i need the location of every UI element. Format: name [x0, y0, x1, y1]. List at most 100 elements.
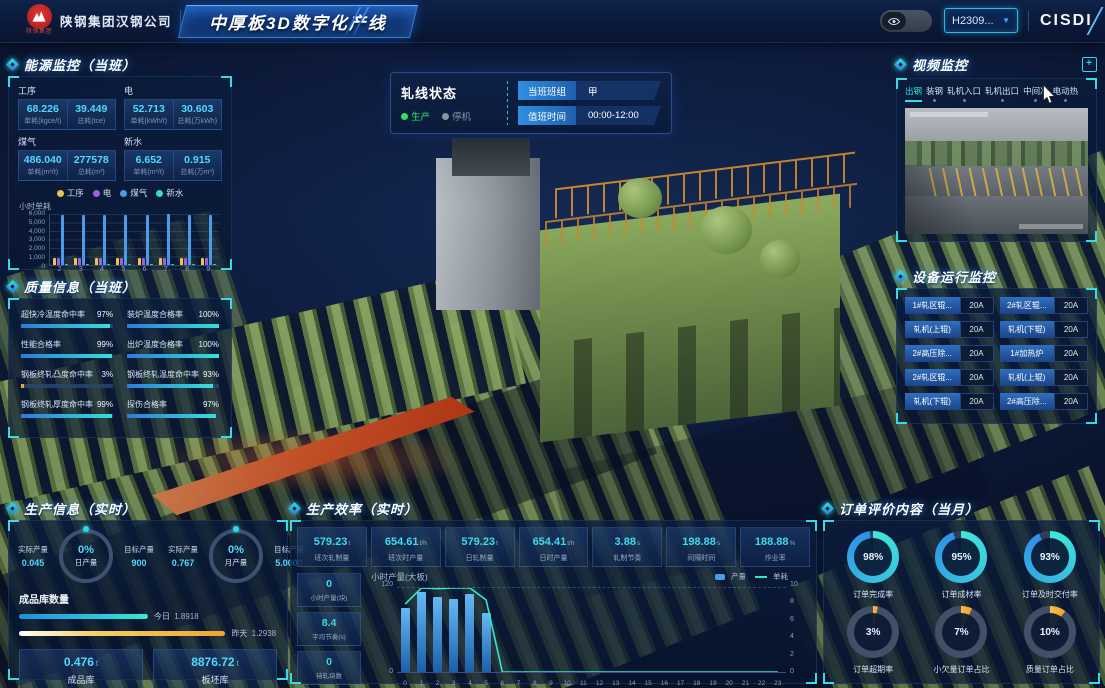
- donut-label: 订单完成率: [853, 589, 893, 600]
- quality-item: 钢板终轧温度命中率 93%: [127, 369, 219, 388]
- axis-tick: 3: [446, 680, 462, 687]
- energy-panel-body: 工序 68.226 单耗(kgce/t) 39.449 总耗(tce) 电 52…: [8, 76, 232, 270]
- video-tab[interactable]: 出钢: [905, 85, 922, 103]
- quality-progress-fill: [21, 414, 112, 418]
- device-row[interactable]: 2#轧区辊... 20A: [905, 369, 994, 386]
- quality-item: 钢板终轧凸度命中率 3%: [21, 369, 113, 388]
- device-row[interactable]: 1#轧区辊... 20A: [905, 297, 994, 314]
- device-current-value: 20A: [960, 297, 994, 314]
- stock-bar-row: 昨天 1.2938: [9, 625, 287, 642]
- device-row[interactable]: 2#轧区辊... 20A: [1000, 297, 1089, 314]
- legend-item: 新水: [156, 187, 183, 199]
- device-row[interactable]: 2#高压除... 20A: [905, 345, 994, 362]
- device-row[interactable]: 轧机(上辊) 20A: [905, 321, 994, 338]
- energy-metric: 52.713 单耗(kWh/t): [125, 100, 173, 129]
- stock-bar-row: 今日 1.8918: [9, 608, 287, 625]
- axis-tick: 7: [510, 680, 526, 687]
- gauge-right-label: 目标产量: [117, 544, 161, 555]
- donut-ring: 3%: [847, 606, 899, 658]
- cctv-video-feed[interactable]: [905, 108, 1088, 234]
- production-panel-title: 生产信息（实时）: [8, 498, 288, 518]
- quality-label: 性能合格率: [21, 339, 61, 350]
- scene-visibility-toggle[interactable]: [880, 10, 932, 32]
- energy-group-name: 电: [124, 84, 222, 97]
- axis-tick: 8: [527, 680, 543, 687]
- donut-ring: 93%: [1024, 531, 1076, 583]
- safety-railing: [545, 183, 857, 245]
- quality-progress-fill: [21, 324, 110, 328]
- axis-tick: 11: [575, 680, 591, 687]
- energy-metric: 0.915 总耗(万m³): [173, 151, 222, 180]
- video-tab[interactable]: 轧机出口: [985, 85, 1019, 103]
- energy-group-name: 工序: [18, 84, 116, 97]
- video-tab[interactable]: 轧机入口: [947, 85, 981, 103]
- donut-ring: 95%: [935, 531, 987, 583]
- device-name-button[interactable]: 2#高压除...: [1000, 393, 1055, 410]
- quality-value: 3%: [101, 370, 113, 379]
- device-name-button[interactable]: 轧机(下辊): [905, 393, 960, 410]
- legend-item: 工序: [57, 187, 84, 199]
- energy-hourly-chart: 小时单耗 6,0005,0004,0003,0002,0001,0000 234…: [17, 201, 223, 273]
- device-list: 1#轧区辊... 20A 2#轧区辊... 20A 轧机(上辊) 20A 轧机(…: [897, 289, 1096, 424]
- dashboard-root: 陕钢集团 陕钢集团汉钢公司 中厚板3D数字化产线 H2309... ▼ CISD…: [0, 0, 1105, 688]
- diamond-icon: [288, 502, 301, 515]
- plan-select-value: H2309...: [952, 15, 994, 27]
- quality-progress-track: [127, 324, 219, 328]
- device-row[interactable]: 轧机(上辊) 20A: [1000, 369, 1089, 386]
- device-current-value: 20A: [1054, 345, 1088, 362]
- plan-select-dropdown[interactable]: H2309... ▼: [944, 8, 1018, 33]
- device-name-button[interactable]: 1#加热炉: [1000, 345, 1055, 362]
- company-emblem-icon: [27, 4, 52, 29]
- energy-group-name: 新水: [124, 135, 222, 148]
- energy-panel: 能源监控（当班） 工序 68.226 单耗(kgce/t) 39.449 总耗(…: [8, 54, 232, 270]
- stock-title: 成品库数量: [9, 587, 287, 608]
- device-name-button[interactable]: 2#高压除...: [905, 345, 960, 362]
- axis-tick: 5: [478, 680, 494, 687]
- quality-label: 装炉温度合格率: [127, 309, 183, 320]
- axis-tick: 4: [462, 680, 478, 687]
- production-gauges: 实际产量 0.045 0% 日产量 目标产量 900 实际产量 0.767 0%…: [9, 521, 287, 587]
- video-tab[interactable]: 装钢: [926, 85, 943, 103]
- axis-tick: 10: [790, 581, 798, 588]
- energy-bar-group: [156, 214, 177, 265]
- energy-chart-plot: [49, 214, 219, 266]
- device-name-button[interactable]: 2#轧区辊...: [905, 369, 960, 386]
- efficiency-side-stat: 8.4 平均节奏(s): [297, 612, 361, 646]
- cisdi-logo: CISDI: [1040, 12, 1093, 30]
- energy-bar-group: [50, 214, 71, 265]
- device-row[interactable]: 1#加热炉 20A: [1000, 345, 1089, 362]
- axis-tick: 6: [790, 616, 794, 623]
- device-current-value: 20A: [1054, 369, 1088, 386]
- device-name-button[interactable]: 轧机(上辊): [905, 321, 960, 338]
- quality-label: 超快冷温度命中率: [21, 309, 85, 320]
- energy-metric: 30.603 总耗(万kWh): [173, 100, 222, 129]
- stock-box-value: 8876.72: [191, 655, 234, 669]
- status-legend-item: 停机: [442, 109, 471, 123]
- quality-item: 超快冷温度命中率 97%: [21, 309, 113, 328]
- device-row[interactable]: 轧机(下辊) 20A: [1000, 321, 1089, 338]
- quality-panel-title: 质量信息（当班）: [8, 276, 232, 296]
- device-name-button[interactable]: 轧机(上辊): [1000, 369, 1055, 386]
- video-tab[interactable]: 电动热: [1053, 85, 1079, 103]
- device-list-scrollbar[interactable]: [905, 415, 1088, 418]
- device-name-button[interactable]: 2#轧区辊...: [1000, 297, 1055, 314]
- mill-cylinder: [760, 240, 800, 278]
- diamond-icon: [6, 58, 19, 71]
- device-name-button[interactable]: 1#轧区辊...: [905, 297, 960, 314]
- order-donut: 95% 订单成材率: [918, 531, 1004, 600]
- order-donut: 10% 质量订单占比: [1007, 606, 1093, 675]
- device-row[interactable]: 轧机(下辊) 20A: [905, 393, 994, 410]
- line-status-panel: 轧线状态 生产 停机 当班班组 甲 值班时间 00:00-12:00: [390, 72, 672, 134]
- device-name-button[interactable]: 轧机(下辊): [1000, 321, 1055, 338]
- energy-bar-group: [198, 214, 219, 265]
- hourly-chart-left-axis: 120 0: [371, 581, 393, 675]
- donut-value: 95%: [951, 552, 971, 563]
- legend-dot: [93, 190, 100, 197]
- expand-icon[interactable]: +: [1082, 57, 1097, 72]
- stock-boxes: 0.476t 成品库 8876.72t 板坯库: [9, 642, 287, 688]
- stock-box-unit: t: [237, 659, 239, 668]
- chevron-down-icon: ▼: [1002, 16, 1010, 25]
- quality-item: 出炉温度合格率 100%: [127, 339, 219, 358]
- device-row[interactable]: 2#高压除... 20A: [1000, 393, 1089, 410]
- stock-box-value: 0.476: [64, 655, 94, 669]
